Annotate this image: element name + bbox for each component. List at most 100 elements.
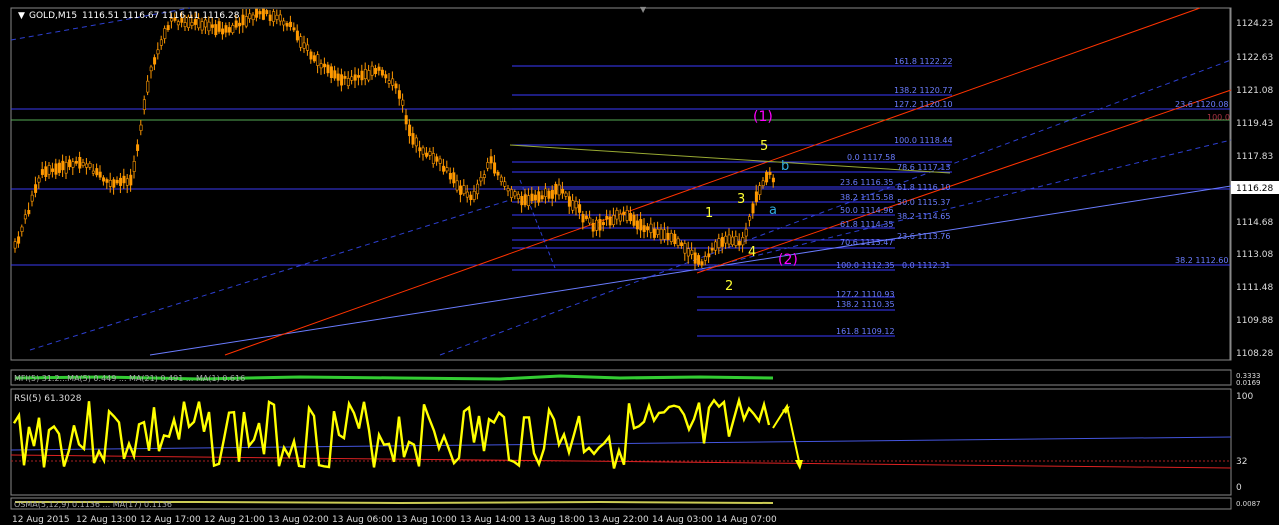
wave-number-3: 3 (737, 192, 745, 207)
candle-body (333, 70, 337, 79)
candle-body (622, 211, 626, 216)
fib-label: 100.0 1112.35 (836, 261, 895, 270)
candle-body (289, 21, 293, 28)
candle-body (533, 194, 537, 201)
candle-body (697, 255, 701, 265)
trading-chart[interactable]: 1124.23 1122.63 1121.08 1119.43 1117.83 … (0, 0, 1279, 525)
candle-body (272, 11, 276, 22)
candle-body (306, 44, 310, 51)
fib-label: 23.6 1120.08 (1175, 100, 1228, 109)
rsi-panel-frame (10, 388, 1232, 496)
candle-body (47, 165, 51, 175)
candle-body (676, 238, 680, 246)
candle-body (68, 159, 72, 168)
candle-body (690, 249, 694, 255)
candle-body (707, 253, 711, 258)
candle-body (584, 215, 588, 219)
candle-body (754, 191, 758, 202)
candle-body (527, 195, 531, 206)
candle-body (554, 183, 558, 195)
candle-body (397, 90, 401, 99)
fib-label: 78.6 1117.13 (897, 163, 950, 172)
candle-body (455, 180, 459, 191)
candle-body (210, 24, 214, 28)
chart-title-arrow[interactable]: ▼ (18, 11, 25, 21)
candle-body (74, 160, 78, 164)
candle-body (51, 168, 55, 172)
candle-body (54, 163, 58, 175)
candle-body (506, 188, 510, 192)
candle-body (387, 80, 391, 84)
candle-body (40, 169, 44, 175)
candle-body (207, 21, 211, 32)
candle-body (567, 196, 571, 207)
candle-body (248, 13, 252, 19)
candle-body (612, 215, 616, 225)
candle-body (550, 189, 554, 199)
candle-body (669, 233, 673, 242)
candle-body (700, 261, 704, 266)
fib-label: 38.2 1115.58 (840, 193, 893, 202)
candle-body (241, 14, 245, 26)
candle-body (438, 158, 442, 164)
candle-body (635, 220, 639, 230)
candle-body (268, 14, 272, 21)
candle-body (255, 8, 259, 18)
candle-body (343, 76, 347, 79)
candle-body (224, 25, 228, 33)
candle-body (132, 161, 136, 172)
candle-body (472, 190, 476, 200)
time-tick: 12 Aug 21:00 (204, 515, 265, 525)
candle-body (595, 219, 599, 231)
candle-body (258, 11, 262, 15)
candle-body (452, 172, 456, 184)
candle-body (384, 74, 388, 79)
candle-body (329, 66, 333, 78)
time-tick: 12 Aug 17:00 (140, 515, 201, 525)
fib-label: 161.8 1122.22 (894, 57, 953, 66)
candle-body (442, 165, 446, 172)
chart-shift-icon[interactable]: ▼ (640, 5, 647, 14)
candle-body (340, 74, 344, 86)
price-tick: 1124.23 (1236, 19, 1273, 29)
candle-body (401, 99, 405, 106)
candle-body (652, 228, 656, 238)
candle-body (142, 99, 146, 110)
candle-body (751, 203, 755, 214)
candle-body (85, 163, 89, 168)
candle-body (581, 214, 585, 223)
candle-body (244, 16, 248, 27)
candle-body (547, 190, 551, 199)
candle-body (312, 55, 316, 62)
candle-body (27, 209, 31, 215)
candle-body (591, 222, 595, 232)
candle-body (394, 83, 398, 89)
candle-body (125, 178, 129, 186)
candle-body (649, 223, 653, 233)
candle-body (482, 174, 486, 178)
wave-number-5: 5 (760, 139, 768, 154)
time-tick: 12 Aug 13:00 (76, 515, 137, 525)
candle-body (530, 193, 534, 201)
price-tick: 1111.48 (1236, 283, 1273, 293)
chart-ohlc: 1116.51 1116.67 1116.11 1116.28 (82, 11, 240, 21)
candle-body (710, 247, 714, 251)
candle-body (680, 242, 684, 247)
candle-body (683, 243, 687, 254)
price-tick: 1114.68 (1236, 218, 1273, 228)
osma-scale: 0.0087 (1236, 500, 1261, 508)
candle-body (428, 151, 432, 156)
candle-body (598, 219, 602, 231)
fib-label: 0.0 1117.58 (847, 153, 895, 162)
candle-body (34, 184, 38, 193)
candle-body (720, 237, 724, 247)
candle-body (659, 228, 663, 240)
candle-body (71, 161, 75, 168)
candle-body (646, 226, 650, 231)
candle-body (190, 22, 194, 26)
candle-body (204, 19, 208, 28)
candle-body (275, 14, 279, 20)
fib-label: 100.0 1118.44 (894, 136, 953, 145)
main-chart-frame (10, 7, 1232, 361)
candle-body (578, 204, 582, 213)
